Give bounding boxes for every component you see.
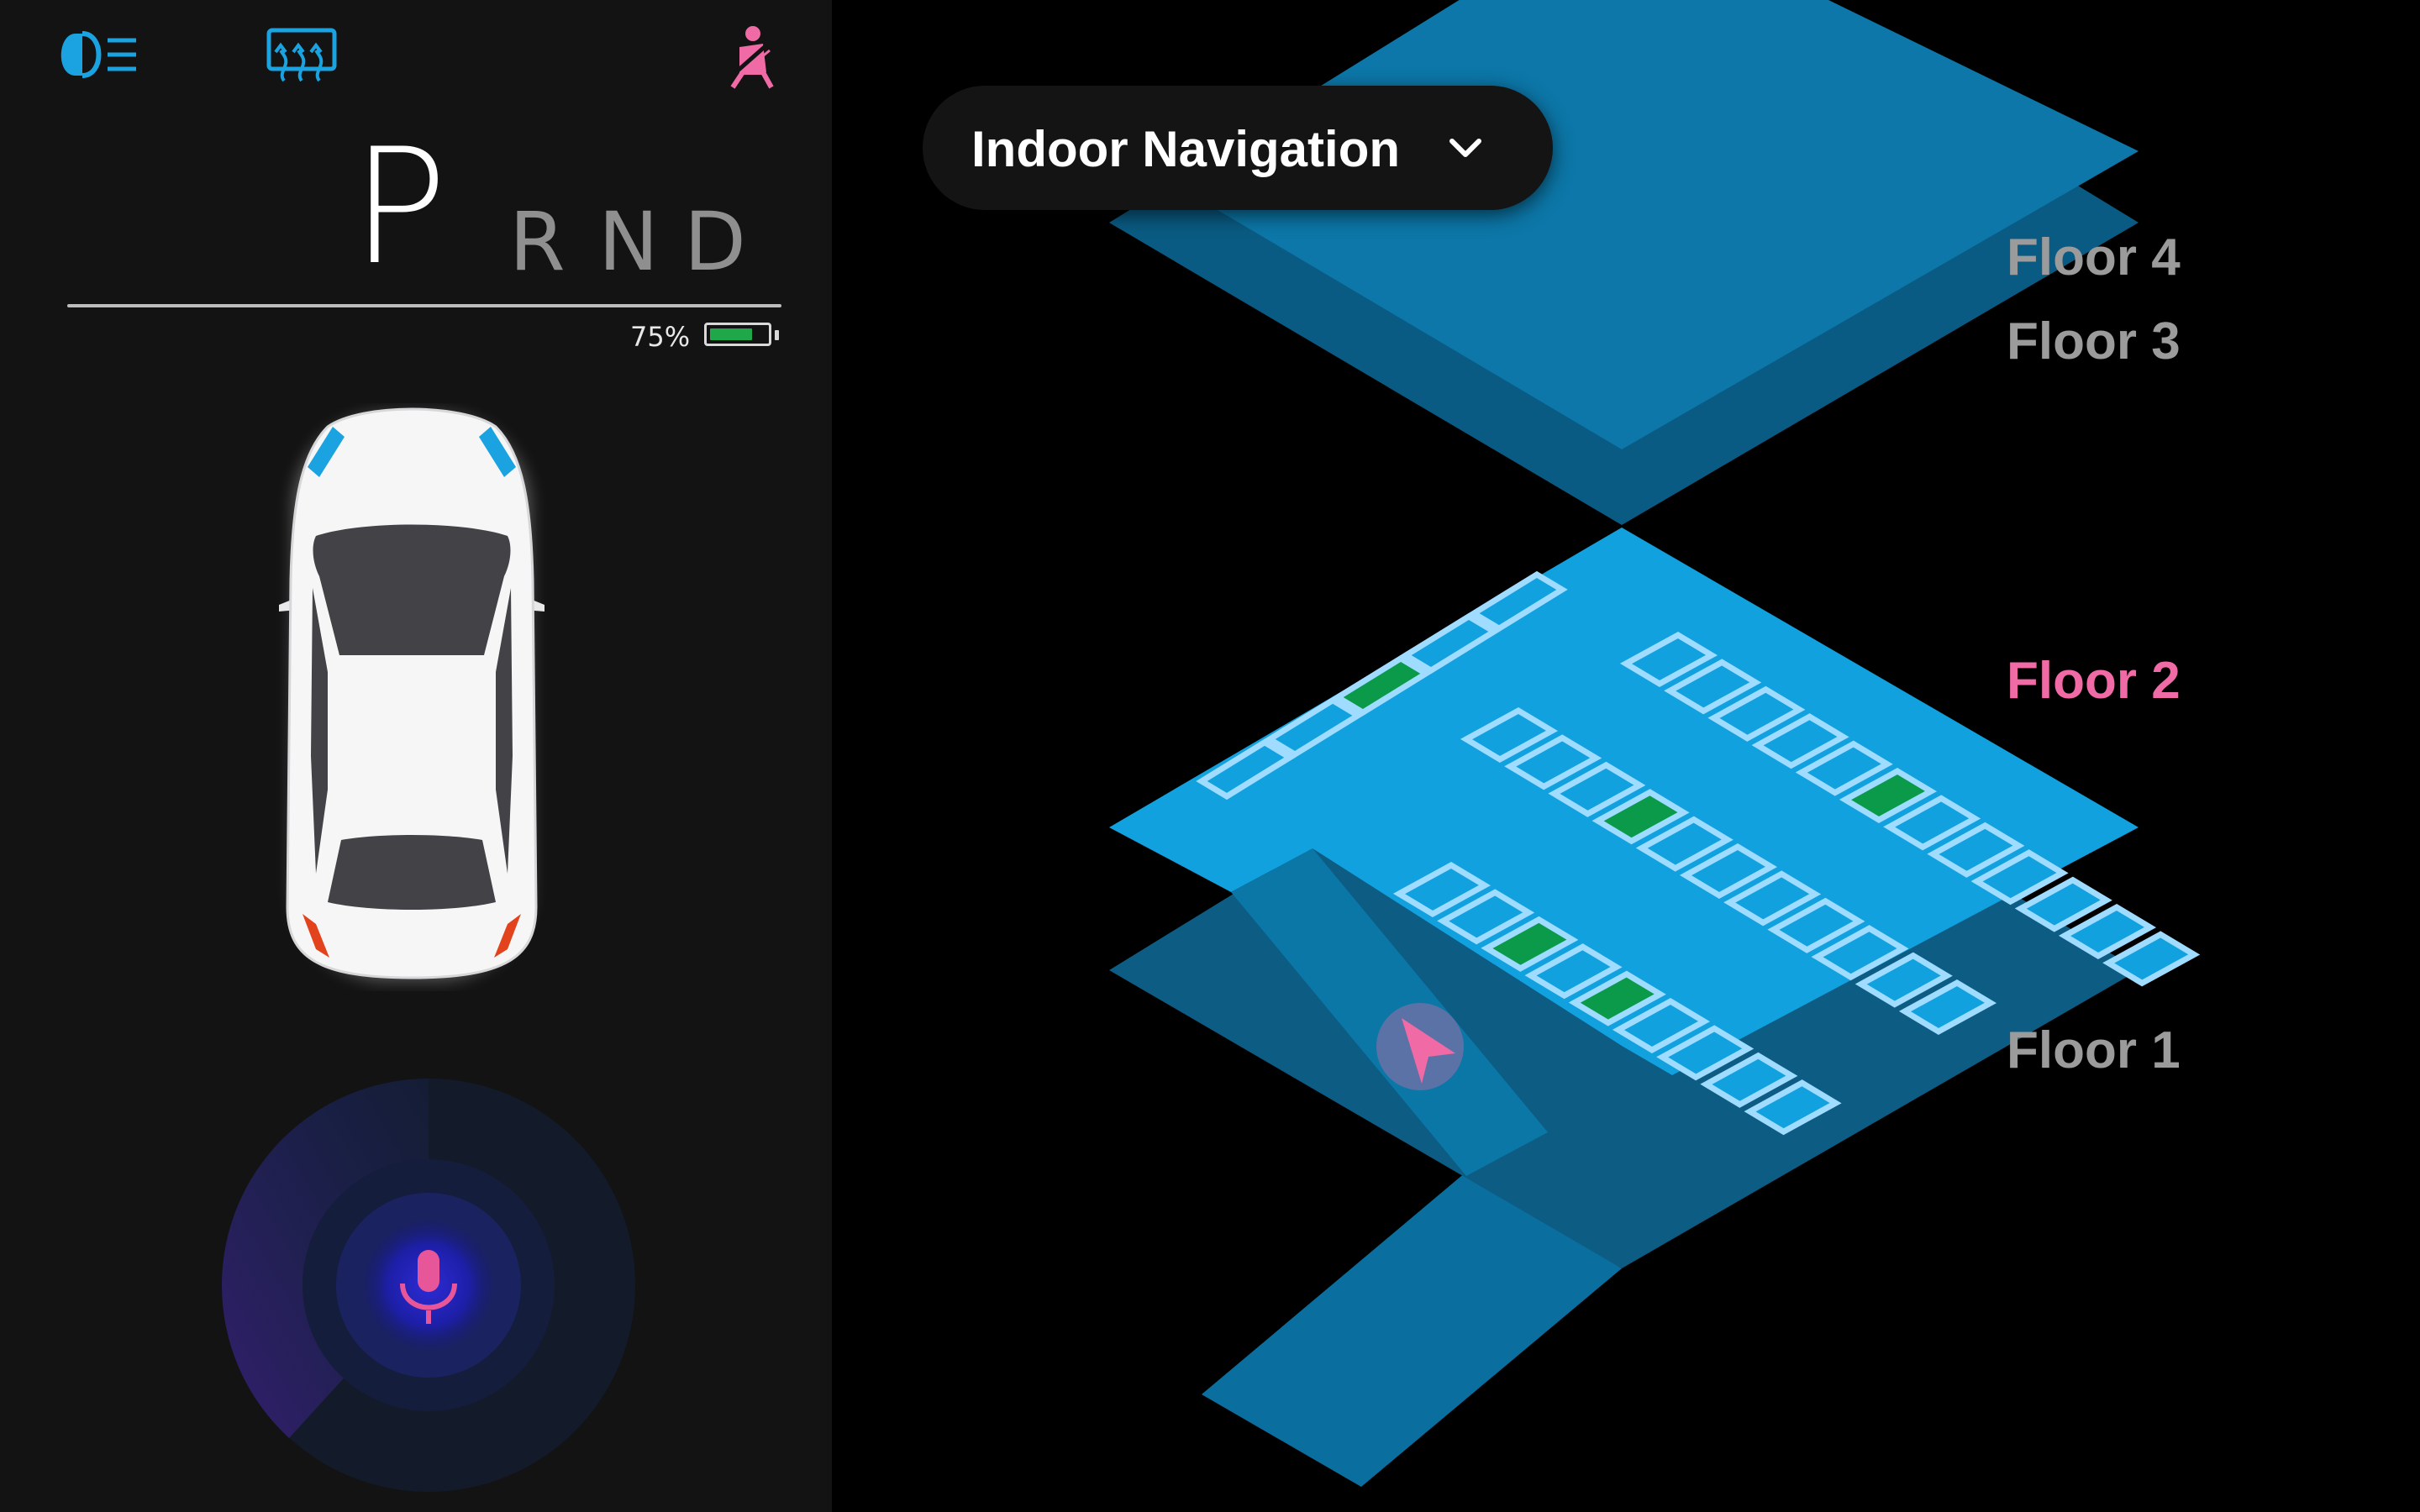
floor-3-label[interactable]: Floor 3 xyxy=(2007,312,2181,371)
navigation-mode-dropdown[interactable]: Indoor Navigation xyxy=(923,86,1553,210)
floor-1-label[interactable]: Floor 1 xyxy=(2007,1021,2181,1080)
floor-2-label[interactable]: Floor 2 xyxy=(2007,652,2181,711)
floor-4-slab[interactable] xyxy=(1168,0,2139,449)
floor-4-label[interactable]: Floor 4 xyxy=(2007,228,2181,287)
current-position-marker xyxy=(1376,1003,1464,1090)
chevron-down-icon xyxy=(1449,139,1481,157)
navigation-mode-label: Indoor Navigation xyxy=(971,121,1400,177)
indoor-floor-map[interactable] xyxy=(0,0,2420,1512)
